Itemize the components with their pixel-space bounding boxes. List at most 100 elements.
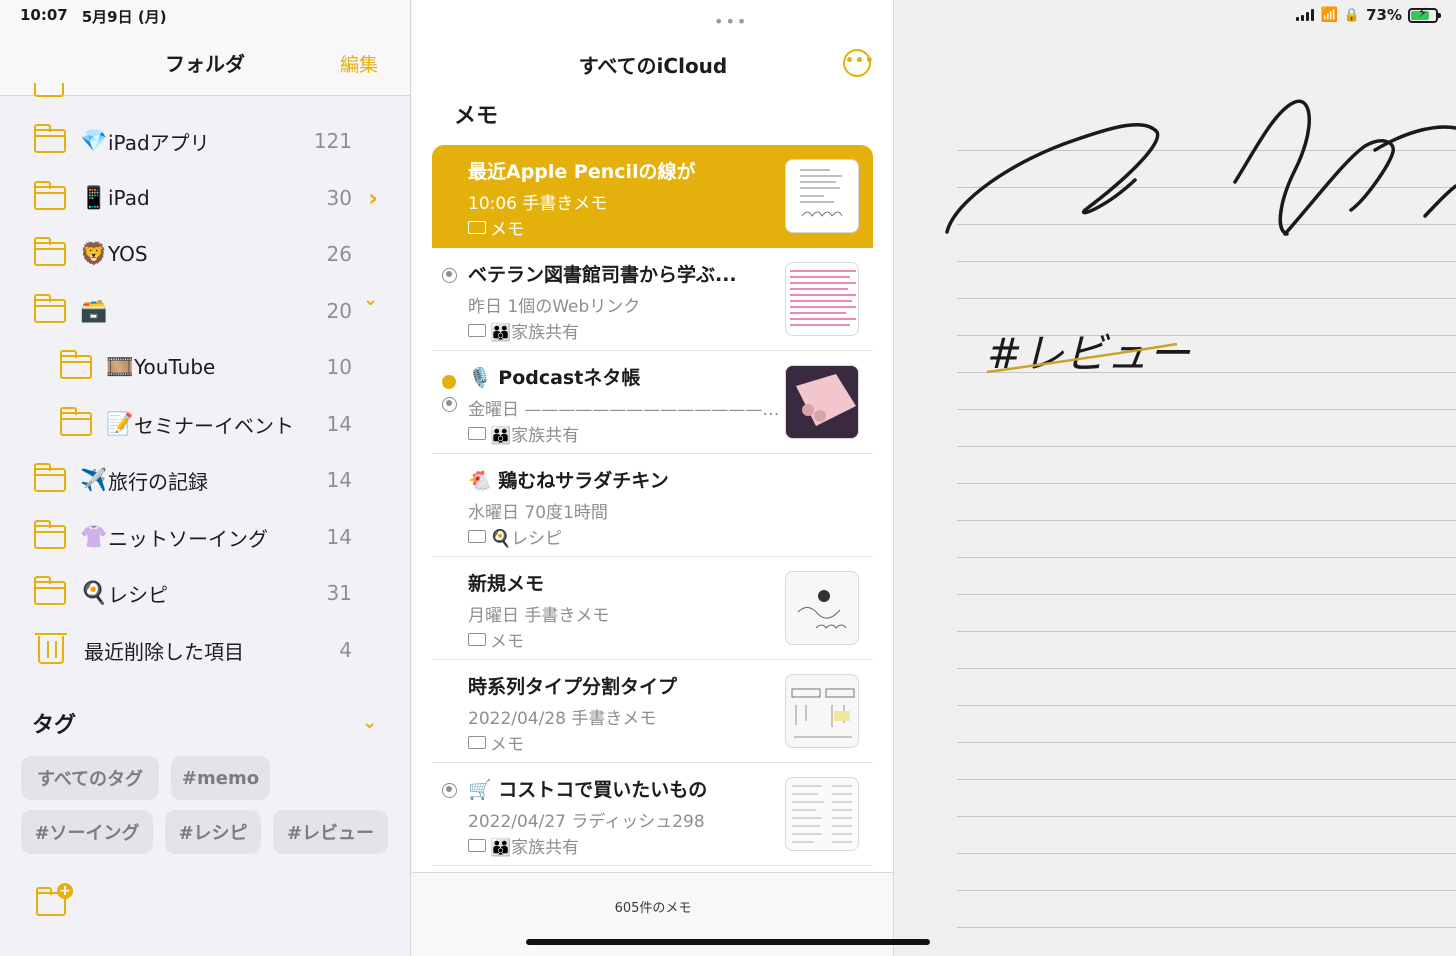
note-thumbnail <box>785 571 859 645</box>
folder-row-ipad[interactable]: 📱 iPad 30 › <box>34 170 410 226</box>
folder-count: 14 <box>326 412 352 436</box>
battery-icon: ⚡ <box>1408 6 1441 23</box>
note-title: ベテラン図書館司書から学ぶ... <box>468 264 737 286</box>
folder-count: 31 <box>326 581 352 605</box>
folder-count: 121 <box>313 129 352 153</box>
chevron-right-icon[interactable]: › <box>368 184 378 212</box>
folder-name: セミナーイベント <box>134 413 294 438</box>
note-folder-name: メモ <box>490 735 524 755</box>
list-header: ••• すべてのiCloud ••• <box>412 0 893 96</box>
note-row[interactable]: 🎙️ Podcastネタ帳 金曜日 ——————————————… 👪家族共有 <box>432 351 873 454</box>
trash-icon <box>35 633 67 664</box>
status-bar-right: 📶 🔒 73% ⚡ <box>1296 6 1441 24</box>
folder-icon <box>34 463 66 492</box>
note-row[interactable]: 🐔 鶏むねサラダチキン 水曜日 70度1時間 🍳レシピ <box>432 454 873 557</box>
folder-count: 4 <box>339 638 352 662</box>
frying-pan-icon: 🍳 <box>80 580 108 606</box>
folder-icon <box>34 576 66 605</box>
chevron-down-icon[interactable]: ⌄ <box>363 289 378 310</box>
folder-count: 20 <box>326 299 352 323</box>
note-meta: 月曜日 手書きメモ <box>468 606 610 626</box>
box-icon: 🗃️ <box>80 298 108 324</box>
folder-row-ipad-apps[interactable]: 💎 iPadアプリ 121 <box>34 113 410 169</box>
shared-person-icon <box>442 783 457 798</box>
note-title: 🐔 鶏むねサラダチキン <box>468 470 669 492</box>
tag-review[interactable]: #レビュー <box>273 810 388 854</box>
tag-sewing[interactable]: #ソーイング <box>21 810 153 854</box>
note-title: 🛒 コストコで買いたいもの <box>468 779 708 801</box>
note-count: 605件のメモ <box>614 901 692 916</box>
note-folder: メモ <box>468 215 524 240</box>
tag-memo[interactable]: #memo <box>171 756 270 800</box>
list-title: すべてのiCloud <box>578 54 728 78</box>
section-title: メモ <box>454 104 499 129</box>
note-row[interactable]: 最近Apple Pencilの線が 10:06 手書きメモ メモ <box>432 145 873 248</box>
status-date: 5月9日 (月) <box>81 8 167 26</box>
note-folder-name: 🍳レシピ <box>490 529 563 549</box>
folder-name: 最近削除した項目 <box>84 639 244 664</box>
cellular-signal-icon <box>1296 9 1315 21</box>
folder-icon <box>468 221 486 234</box>
tag-all[interactable]: すべてのタグ <box>21 756 159 800</box>
folder-icon <box>34 294 66 323</box>
folder-row-youtube[interactable]: 🎞️ YouTube 10 <box>60 339 410 395</box>
text-thumbnail <box>790 270 856 326</box>
shared-person-icon <box>442 268 457 283</box>
status-bar-left: 10:07 5月9日 (月) <box>20 6 167 27</box>
chevron-down-icon[interactable]: ⌄ <box>362 712 377 733</box>
folder-row-seminar[interactable]: 📝 セミナーイベント 14 <box>60 396 410 452</box>
edit-button[interactable]: 編集 <box>340 50 378 77</box>
folder-row-yos[interactable]: 🦁 YOS 26 <box>34 226 410 282</box>
tag-recipe[interactable]: #レシピ <box>165 810 261 854</box>
sketch-thumbnail <box>797 590 847 629</box>
shared-folder-icon <box>468 427 486 440</box>
folder-name: YOS <box>108 242 148 266</box>
note-row[interactable]: 🛒 コストコで買いたいもの 2022/04/27 ラディッシュ298 👪家族共有 <box>432 763 873 866</box>
note-folder-name: メモ <box>490 632 524 652</box>
folder-icon <box>34 83 64 97</box>
diagram-thumbnail <box>791 688 855 738</box>
shared-folder-icon <box>468 839 486 852</box>
notes-list-pane: ••• すべてのiCloud ••• メモ 最近Apple Pencilの線が … <box>412 0 894 956</box>
note-editor-canvas[interactable]: #レビュー <box>895 0 1456 956</box>
new-folder-button[interactable]: + <box>36 883 73 916</box>
note-folder: メモ <box>468 730 524 755</box>
lion-icon: 🦁 <box>80 241 108 267</box>
folder-row-box[interactable]: 🗃️ 20 ⌄ <box>34 283 410 339</box>
shared-person-icon <box>442 397 457 412</box>
folder-row-recently-deleted[interactable]: 最近削除した項目 4 <box>34 622 410 678</box>
folders-sidebar: フォルダ 編集 💎 iPadアプリ 121 📱 iPad 30 › 🦁 YOS … <box>0 0 411 956</box>
note-thumbnail <box>785 777 859 851</box>
folder-row-recipe[interactable]: 🍳 レシピ 31 <box>34 565 410 621</box>
folder-icon <box>60 350 92 379</box>
folder-icon <box>60 407 92 436</box>
note-folder-name: 👪家族共有 <box>490 323 580 343</box>
notes-list: 最近Apple Pencilの線が 10:06 手書きメモ メモ ベテラン図書館… <box>432 145 873 870</box>
folder-name: レシピ <box>108 582 168 607</box>
note-folder: 🍳レシピ <box>468 524 562 549</box>
folder-count: 30 <box>326 186 352 210</box>
folder-row-travel[interactable]: ✈️ 旅行の記録 14 <box>34 452 410 508</box>
note-meta: 水曜日 70度1時間 <box>468 503 608 523</box>
folder-icon <box>34 124 66 153</box>
film-icon: 🎞️ <box>106 354 134 380</box>
status-time: 10:07 <box>20 6 68 24</box>
handwriting-drawing: #レビュー <box>945 99 1456 378</box>
folder-icon <box>468 633 486 646</box>
note-row[interactable]: 時系列タイプ分割タイプ 2022/04/28 手書きメモ メモ <box>432 660 873 763</box>
folder-name: ニットソーイング <box>108 526 268 551</box>
folder-count: 10 <box>326 355 352 379</box>
multitasking-handle[interactable]: ••• <box>714 12 748 31</box>
note-thumbnail <box>785 674 859 748</box>
note-row[interactable]: 新規メモ 月曜日 手書きメモ メモ <box>432 557 873 660</box>
note-row[interactable]: ベテラン図書館司書から学ぶ... 昨日 1個のWebリンク 👪家族共有 <box>432 248 873 351</box>
note-meta: 昨日 1個のWebリンク <box>468 297 641 317</box>
folder-name: iPad <box>108 186 150 210</box>
more-options-button[interactable]: ••• <box>843 49 874 77</box>
note-thumbnail <box>785 262 859 336</box>
folder-row-knit-sewing[interactable]: 👚 ニットソーイング 14 <box>34 509 410 565</box>
home-indicator[interactable] <box>526 939 930 945</box>
shared-folder-icon <box>468 324 486 337</box>
unread-dot-icon <box>442 375 456 389</box>
tags-section-title: タグ <box>32 713 77 738</box>
